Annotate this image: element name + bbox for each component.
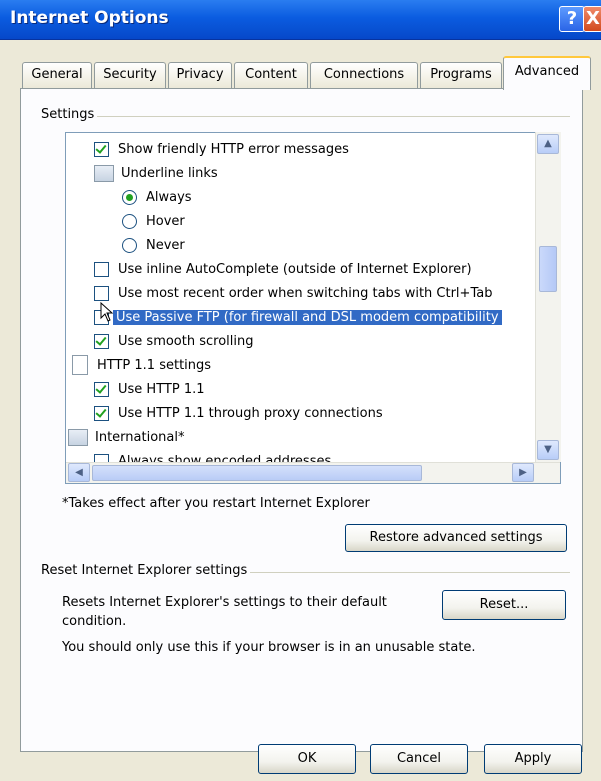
vertical-scroll-thumb[interactable] xyxy=(539,246,557,292)
scroll-left-icon[interactable]: ◀ xyxy=(68,463,90,482)
category-label: HTTP 1.1 settings xyxy=(97,357,212,373)
tab-advanced[interactable]: Advanced xyxy=(503,56,591,90)
cancel-button[interactable]: Cancel xyxy=(370,744,468,774)
checkbox[interactable] xyxy=(94,381,109,397)
category-label: Underline links xyxy=(121,165,218,181)
vertical-scrollbar[interactable] xyxy=(535,132,561,462)
apply-button[interactable]: Apply xyxy=(484,744,582,774)
setting-label: Use smooth scrolling xyxy=(118,333,254,349)
close-button[interactable]: X xyxy=(583,6,601,32)
tab-programs[interactable]: Programs xyxy=(420,62,502,88)
checkbox[interactable] xyxy=(94,333,109,349)
setting-label: Use HTTP 1.1 through proxy connections xyxy=(118,405,383,421)
scroll-right-icon[interactable]: ▶ xyxy=(512,463,534,482)
checkbox[interactable] xyxy=(94,405,109,421)
category-label: International* xyxy=(95,429,185,445)
setting-label: Use HTTP 1.1 xyxy=(118,381,205,397)
checkbox[interactable] xyxy=(94,285,109,301)
restart-footnote: *Takes effect after you restart Internet… xyxy=(62,496,370,511)
option-underline-never[interactable]: Never xyxy=(66,233,560,257)
horizontal-scroll-thumb[interactable] xyxy=(92,465,422,481)
scroll-up-icon[interactable]: ▲ xyxy=(537,134,559,154)
window-title: Internet Options xyxy=(10,8,169,28)
setting-inline-autocomplete[interactable]: Use inline AutoComplete (outside of Inte… xyxy=(66,257,560,281)
setting-http11-proxy[interactable]: Use HTTP 1.1 through proxy connections xyxy=(66,401,560,425)
setting-passive-ftp[interactable]: Use Passive FTP (for firewall and DSL mo… xyxy=(66,305,560,329)
category-icon xyxy=(94,164,114,182)
category-icon xyxy=(68,428,88,446)
category-international: International* xyxy=(66,425,560,449)
reset-description: Resets Internet Explorer's settings to t… xyxy=(62,595,387,629)
tab-security[interactable]: Security xyxy=(94,62,166,88)
option-label: Always xyxy=(146,189,192,205)
option-underline-hover[interactable]: Hover xyxy=(66,209,560,233)
setting-label: Use most recent order when switching tab… xyxy=(118,285,493,301)
setting-recent-order-tabs[interactable]: Use most recent order when switching tab… xyxy=(66,281,560,305)
tab-privacy[interactable]: Privacy xyxy=(168,62,232,88)
setting-label: Use inline AutoComplete (outside of Inte… xyxy=(118,261,472,277)
mouse-pointer-icon xyxy=(100,302,114,322)
reset-group-label: Reset Internet Explorer settings xyxy=(38,563,251,578)
restore-advanced-settings-button[interactable]: Restore advanced settings xyxy=(345,524,567,552)
setting-use-http11[interactable]: Use HTTP 1.1 xyxy=(66,377,560,401)
option-underline-always[interactable]: Always xyxy=(66,185,560,209)
tab-connections[interactable]: Connections xyxy=(310,62,418,88)
settings-group-label: Settings xyxy=(38,107,98,122)
help-button[interactable]: ? xyxy=(559,6,585,32)
tab-general[interactable]: General xyxy=(22,62,92,88)
radio-button[interactable] xyxy=(122,189,137,205)
scroll-down-icon[interactable]: ▼ xyxy=(537,440,559,460)
settings-group-border xyxy=(38,116,570,117)
tab-content[interactable]: Content xyxy=(234,62,308,88)
option-label: Never xyxy=(146,237,185,253)
reset-warning: You should only use this if your browser… xyxy=(62,640,476,655)
option-label: Hover xyxy=(146,213,185,229)
reset-button[interactable]: Reset... xyxy=(442,590,566,620)
checkbox[interactable] xyxy=(94,261,109,277)
setting-smooth-scrolling[interactable]: Use smooth scrolling xyxy=(66,329,560,353)
radio-button[interactable] xyxy=(122,213,137,229)
radio-button[interactable] xyxy=(122,237,137,253)
setting-label: Use Passive FTP (for firewall and DSL mo… xyxy=(113,309,502,325)
setting-friendly-http-errors[interactable]: Show friendly HTTP error messages xyxy=(66,137,560,161)
checkbox[interactable] xyxy=(94,141,109,157)
ok-button[interactable]: OK xyxy=(258,744,356,774)
setting-label: Show friendly HTTP error messages xyxy=(118,141,349,157)
category-underline-links: Underline links xyxy=(66,161,560,185)
category-http11-settings: HTTP 1.1 settings xyxy=(66,353,560,377)
settings-list[interactable]: Show friendly HTTP error messages Underl… xyxy=(65,132,561,484)
page-icon xyxy=(72,355,88,375)
